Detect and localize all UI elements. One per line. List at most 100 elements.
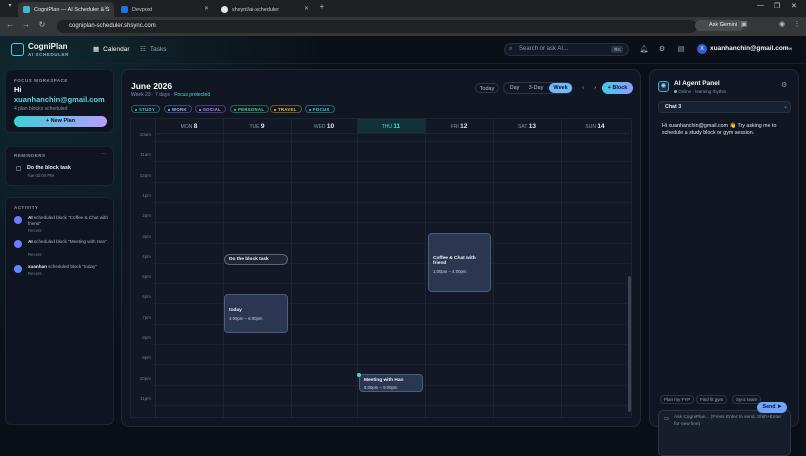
activity-desc: scheduled block "today" xyxy=(48,264,97,269)
day-column[interactable] xyxy=(291,119,357,419)
layout-icon[interactable]: ▤ xyxy=(676,45,686,55)
agent-message: Hi xuanhanchin@gmail.com 👋 Try asking me… xyxy=(662,123,777,136)
prev-week-icon[interactable]: ‹ xyxy=(578,83,588,93)
event-do-the-block-task[interactable]: Do the block task xyxy=(224,254,288,265)
chat-input[interactable]: ▭ Ask CogniPlan... (Press Enter to send,… xyxy=(658,410,791,456)
close-tab-icon[interactable]: ✕ xyxy=(204,5,209,12)
chip-label: STUDY xyxy=(139,107,156,112)
logout-icon[interactable]: ⇥ xyxy=(784,45,794,55)
hour-label: 11pm xyxy=(140,395,151,401)
suggestion-sync-team[interactable]: Sync team xyxy=(732,395,762,404)
chip-dot xyxy=(234,108,236,111)
week-grid: MON 8 TUE 9 WED 10 THU 11 FRI 12 SAT 13 … xyxy=(130,118,633,419)
activity-when: Recent xyxy=(28,252,42,257)
chip-personal[interactable]: PERSONAL xyxy=(230,105,270,113)
browser-tab-devpost[interactable]: Devpost ✕ xyxy=(116,2,214,17)
agent-settings-icon[interactable]: ⚙ xyxy=(781,81,787,89)
hour-label: 9pm xyxy=(142,355,151,361)
chip-work[interactable]: WORK xyxy=(164,105,192,113)
chip-focus[interactable]: FOCUS xyxy=(305,105,335,113)
url-field[interactable]: cogniplan-scheduler.shsync.com xyxy=(57,20,697,33)
tab-title: Devpost xyxy=(132,6,153,13)
suggestion-find-gym[interactable]: Find fit gym xyxy=(696,395,728,404)
cogniplan-logo-icon xyxy=(11,43,24,56)
app-root: CogniPlan AI SCHEDULER ▦ Calendar ☷ Task… xyxy=(0,36,806,456)
event-title: today xyxy=(229,308,242,313)
send-arrow-icon: ➤ xyxy=(776,404,782,410)
reminder-time: Tue 02:00 PM xyxy=(27,173,54,178)
extensions-icon[interactable]: ▣ xyxy=(738,20,750,28)
forward-icon[interactable]: → xyxy=(20,20,32,29)
browser-tab-github[interactable]: shsyni/ai-scheduler ✕ xyxy=(216,2,314,17)
chip-label: SOCIAL xyxy=(203,107,222,112)
new-plan-button[interactable]: + New Plan xyxy=(14,116,107,127)
minimize-icon[interactable]: — xyxy=(757,2,764,9)
reminder-title: Do the block task xyxy=(27,165,71,171)
close-window-icon[interactable]: ✕ xyxy=(791,2,797,10)
week-label: Week 23 · 7 days · xyxy=(131,92,173,98)
day-column[interactable] xyxy=(223,119,291,419)
menu-icon[interactable]: ⋮ xyxy=(791,20,803,28)
search-shortcut: ⌘K xyxy=(611,46,623,53)
next-week-icon[interactable]: › xyxy=(590,83,600,93)
close-tab-icon[interactable]: ✕ xyxy=(304,5,309,12)
view-3-day[interactable]: 3-Day xyxy=(525,83,547,93)
search-placeholder: Search or ask AI... xyxy=(519,46,569,52)
address-bar: ← → ↻ cogniplan-scheduler.shsync.com Ask… xyxy=(0,17,806,36)
day-column[interactable] xyxy=(493,119,561,419)
event-today[interactable]: today 4:00pm – 6:00pm xyxy=(224,294,288,333)
day-column[interactable] xyxy=(561,119,629,419)
nav-tasks[interactable]: ☷ Tasks xyxy=(140,45,166,54)
reminder-item[interactable]: Do the block task Tue 02:00 PM xyxy=(14,163,107,181)
browser-tab-cogniplan[interactable]: CogniPlan — AI Scheduler & S ✕ xyxy=(18,2,114,17)
brand-name: CogniPlan xyxy=(28,42,68,51)
ai-agent-panel: ◉ AI Agent Panel Online · learning rhyth… xyxy=(649,69,799,456)
event-meeting-with-han[interactable]: Meeting with Han 8:00pm – 9:00pm xyxy=(359,374,423,392)
agent-status-text: Online · learning rhythm xyxy=(678,89,727,94)
greeting-email: xuanhanchin@gmail.com xyxy=(14,95,105,104)
hour-label: 2pm xyxy=(142,213,151,219)
day-column[interactable] xyxy=(155,119,223,419)
app-header: CogniPlan AI SCHEDULER ▦ Calendar ☷ Task… xyxy=(0,36,806,64)
new-tab-icon[interactable]: + xyxy=(316,2,328,11)
today-button[interactable]: Today xyxy=(475,83,499,93)
activity-item: AI scheduled block "Coffee & Chat with f… xyxy=(14,215,109,241)
chip-study[interactable]: STUDY xyxy=(131,105,161,113)
search-icon: ⌕ xyxy=(509,46,513,52)
checkbox-icon[interactable] xyxy=(16,166,21,171)
event-coffee-chat[interactable]: Coffee & Chat with friend 1:00pm – 4:00p… xyxy=(428,233,491,292)
activity-when: Recent xyxy=(28,271,42,276)
agent-bot-icon: ◉ xyxy=(658,81,669,92)
avatar[interactable]: X xyxy=(697,44,707,54)
back-icon[interactable]: ← xyxy=(4,20,16,29)
add-block-button[interactable]: + Block xyxy=(602,82,633,94)
view-day[interactable]: Day xyxy=(506,83,523,93)
view-week[interactable]: Week xyxy=(549,83,572,93)
hour-line xyxy=(153,201,633,203)
search-input[interactable]: ⌕ Search or ask AI... ⌘K xyxy=(504,43,629,56)
hour-label: 10am xyxy=(139,132,151,137)
chip-social[interactable]: SOCIAL xyxy=(195,105,227,113)
user-email: xuanhanchin@gmail.com xyxy=(710,45,789,52)
grid-scrollbar[interactable] xyxy=(628,276,631,412)
nav-calendar[interactable]: ▦ Calendar xyxy=(93,45,130,54)
reload-icon[interactable]: ↻ xyxy=(36,20,48,29)
close-tab-icon[interactable]: ✕ xyxy=(104,5,109,12)
maximize-icon[interactable]: ❐ xyxy=(774,2,780,10)
reminders-more-icon[interactable]: ··· xyxy=(101,151,106,157)
chip-travel[interactable]: TRAVEL xyxy=(270,105,302,113)
suggestion-plan-fyp[interactable]: Plan my FYP xyxy=(660,395,695,404)
send-button[interactable]: Send ➤ xyxy=(757,402,787,413)
profile-icon[interactable]: ◉ xyxy=(776,20,788,28)
bell-icon[interactable]: 🔔︎ xyxy=(639,45,649,55)
bookmark-star-icon[interactable]: ☆ xyxy=(716,20,728,28)
activity-label: ACTIVITY xyxy=(14,205,39,210)
chip-label: WORK xyxy=(172,107,187,112)
tab-search-icon[interactable]: ▾ xyxy=(4,2,16,9)
event-time: 4:00pm – 6:00pm xyxy=(229,316,263,321)
gear-icon[interactable]: ⚙ xyxy=(657,45,667,55)
hour-line xyxy=(153,242,633,244)
hour-line xyxy=(153,283,633,285)
chat-select[interactable]: Chat 3 ⌄ xyxy=(658,101,791,113)
chip-dot xyxy=(309,108,311,111)
